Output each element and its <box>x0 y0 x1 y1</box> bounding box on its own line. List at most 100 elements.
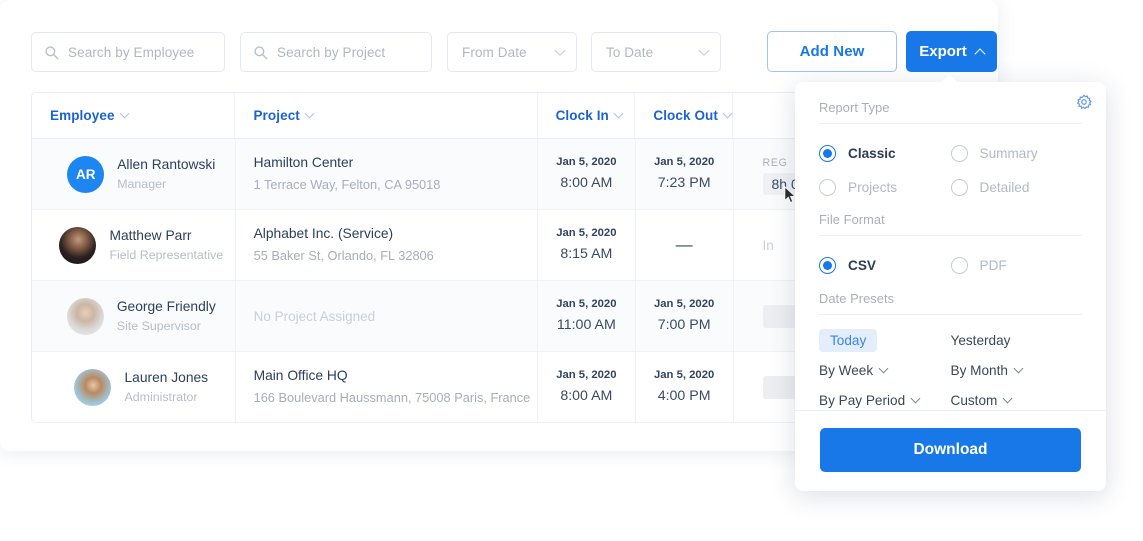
column-header-clock-in[interactable]: Clock In <box>538 93 636 138</box>
export-label: Export <box>919 43 967 60</box>
date-preset-yesterday-label: Yesterday <box>950 332 1011 348</box>
project-cell: Alphabet Inc. (Service) 55 Baker St, Orl… <box>236 210 538 280</box>
chevron-down-icon <box>910 393 921 403</box>
date-preset-by-week[interactable]: By Week <box>819 355 951 385</box>
clock-in-time: 8:00 AM <box>560 388 613 405</box>
clock-in-cell: Jan 5, 2020 11:00 AM <box>538 281 636 351</box>
clock-out-empty: — <box>675 235 693 254</box>
column-header-employee[interactable]: Employee <box>32 93 236 138</box>
clock-in-time: 8:15 AM <box>560 246 613 263</box>
employee-cell: Matthew Parr Field Representative <box>32 210 236 280</box>
export-button[interactable]: Export <box>906 31 997 72</box>
clock-out-date: Jan 5, 2020 <box>653 156 715 169</box>
chevron-down-icon <box>119 108 130 119</box>
employee-name: George Friendly <box>116 298 216 314</box>
chevron-down-icon <box>554 44 566 57</box>
date-preset-by-month[interactable]: By Month <box>951 355 1083 385</box>
clock-out-date: Jan 5, 2020 <box>653 298 715 311</box>
report-type-classic[interactable]: Classic <box>819 136 951 170</box>
clock-out-time: 7:23 PM <box>657 175 711 192</box>
clock-in-cell: Jan 5, 2020 8:15 AM <box>538 210 636 280</box>
chevron-up-icon <box>974 47 986 60</box>
employee-name: Lauren Jones <box>124 369 209 385</box>
date-presets-label: Date Presets <box>819 291 1082 315</box>
column-header-clock-in-label: Clock In <box>555 108 609 123</box>
export-panel: Report Type Classic Summary Projects Det… <box>795 74 1106 491</box>
date-preset-custom-label: Custom <box>950 392 998 408</box>
employee-role: Site Supervisor <box>116 318 201 333</box>
employee-role: Administrator <box>124 389 198 404</box>
chevron-down-icon <box>878 363 889 373</box>
employee-name: Matthew Parr <box>109 227 192 243</box>
date-preset-by-pay-period-label: By Pay Period <box>819 392 906 408</box>
chevron-down-icon <box>722 108 733 119</box>
report-type-projects[interactable]: Projects <box>819 170 951 204</box>
report-type-label: Report Type <box>819 100 1082 124</box>
column-header-project[interactable]: Project <box>235 93 538 138</box>
project-cell: Main Office HQ 166 Boulevard Haussmann, … <box>236 352 538 422</box>
column-header-clock-out[interactable]: Clock Out <box>635 93 734 138</box>
file-format-label: File Format <box>819 212 1082 236</box>
search-project-input[interactable]: Search by Project <box>240 32 432 72</box>
chevron-down-icon <box>613 108 624 119</box>
search-employee-placeholder: Search by Employee <box>68 44 195 60</box>
search-icon <box>44 45 59 60</box>
chevron-down-icon <box>1002 393 1013 403</box>
clock-out-time: 4:00 PM <box>657 388 711 405</box>
project-name: Main Office HQ <box>253 368 348 384</box>
employee-cell: AR Allen Rantowski Manager <box>32 139 236 209</box>
avatar <box>66 297 104 335</box>
clock-in-date: Jan 5, 2020 <box>556 156 617 169</box>
clock-out-cell: Jan 5, 2020 4:00 PM <box>636 352 734 422</box>
to-date-placeholder: To Date <box>606 44 654 60</box>
file-format-pdf[interactable]: PDF <box>950 248 1083 282</box>
column-header-clock-out-label: Clock Out <box>653 108 718 123</box>
to-date-select[interactable]: To Date <box>591 32 721 72</box>
date-preset-today-label: Today <box>819 328 878 352</box>
date-preset-today[interactable]: Today <box>819 325 951 355</box>
report-type-summary-label: Summary <box>979 145 1038 161</box>
date-preset-yesterday[interactable]: Yesterday <box>951 325 1083 355</box>
clock-in-cell: Jan 5, 2020 8:00 AM <box>538 139 636 209</box>
report-type-detailed-label: Detailed <box>979 179 1030 195</box>
avatar-initials: AR <box>75 166 96 182</box>
status-text: In <box>762 237 774 253</box>
from-date-select[interactable]: From Date <box>447 32 577 72</box>
avatar <box>74 368 112 406</box>
toolbar: Search by Employee Search by Project Fro… <box>0 0 998 92</box>
project-name: Hamilton Center <box>253 155 354 171</box>
column-header-employee-label: Employee <box>50 108 115 123</box>
from-date-placeholder: From Date <box>462 44 527 60</box>
file-format-csv[interactable]: CSV <box>819 248 951 282</box>
project-address: 166 Boulevard Haussmann, 75008 Paris, Fr… <box>253 390 531 406</box>
clock-out-cell: — <box>636 210 734 280</box>
clock-in-date: Jan 5, 2020 <box>556 298 617 311</box>
panel-footer: Download <box>795 410 1106 491</box>
clock-in-date: Jan 5, 2020 <box>556 369 617 382</box>
search-project-placeholder: Search by Project <box>277 44 386 60</box>
add-new-button[interactable]: Add New <box>767 31 897 72</box>
clock-in-time: 11:00 AM <box>556 317 616 334</box>
report-type-projects-label: Projects <box>848 179 898 195</box>
clock-out-time: 7:00 PM <box>657 317 711 334</box>
date-preset-by-month-label: By Month <box>950 362 1008 378</box>
file-format-options: CSV PDF <box>819 236 1082 282</box>
search-employee-input[interactable]: Search by Employee <box>31 32 225 72</box>
column-header-project-label: Project <box>253 108 300 123</box>
chevron-down-icon <box>698 44 710 57</box>
project-name: Alphabet Inc. (Service) <box>253 226 394 242</box>
download-button[interactable]: Download <box>820 428 1081 472</box>
chevron-down-icon <box>304 108 315 119</box>
download-label: Download <box>913 441 988 458</box>
clock-in-date: Jan 5, 2020 <box>556 227 617 240</box>
project-address: 55 Baker St, Orlando, FL 32806 <box>253 248 434 264</box>
gear-icon[interactable] <box>1076 94 1092 110</box>
avatar <box>59 226 97 264</box>
clock-in-cell: Jan 5, 2020 8:00 AM <box>538 352 636 422</box>
employee-cell: Lauren Jones Administrator <box>32 352 236 422</box>
report-type-detailed[interactable]: Detailed <box>950 170 1083 204</box>
radio-icon <box>819 256 836 274</box>
project-cell: No Project Assigned <box>236 281 538 351</box>
report-type-summary[interactable]: Summary <box>950 136 1083 170</box>
report-type-classic-label: Classic <box>848 145 896 161</box>
